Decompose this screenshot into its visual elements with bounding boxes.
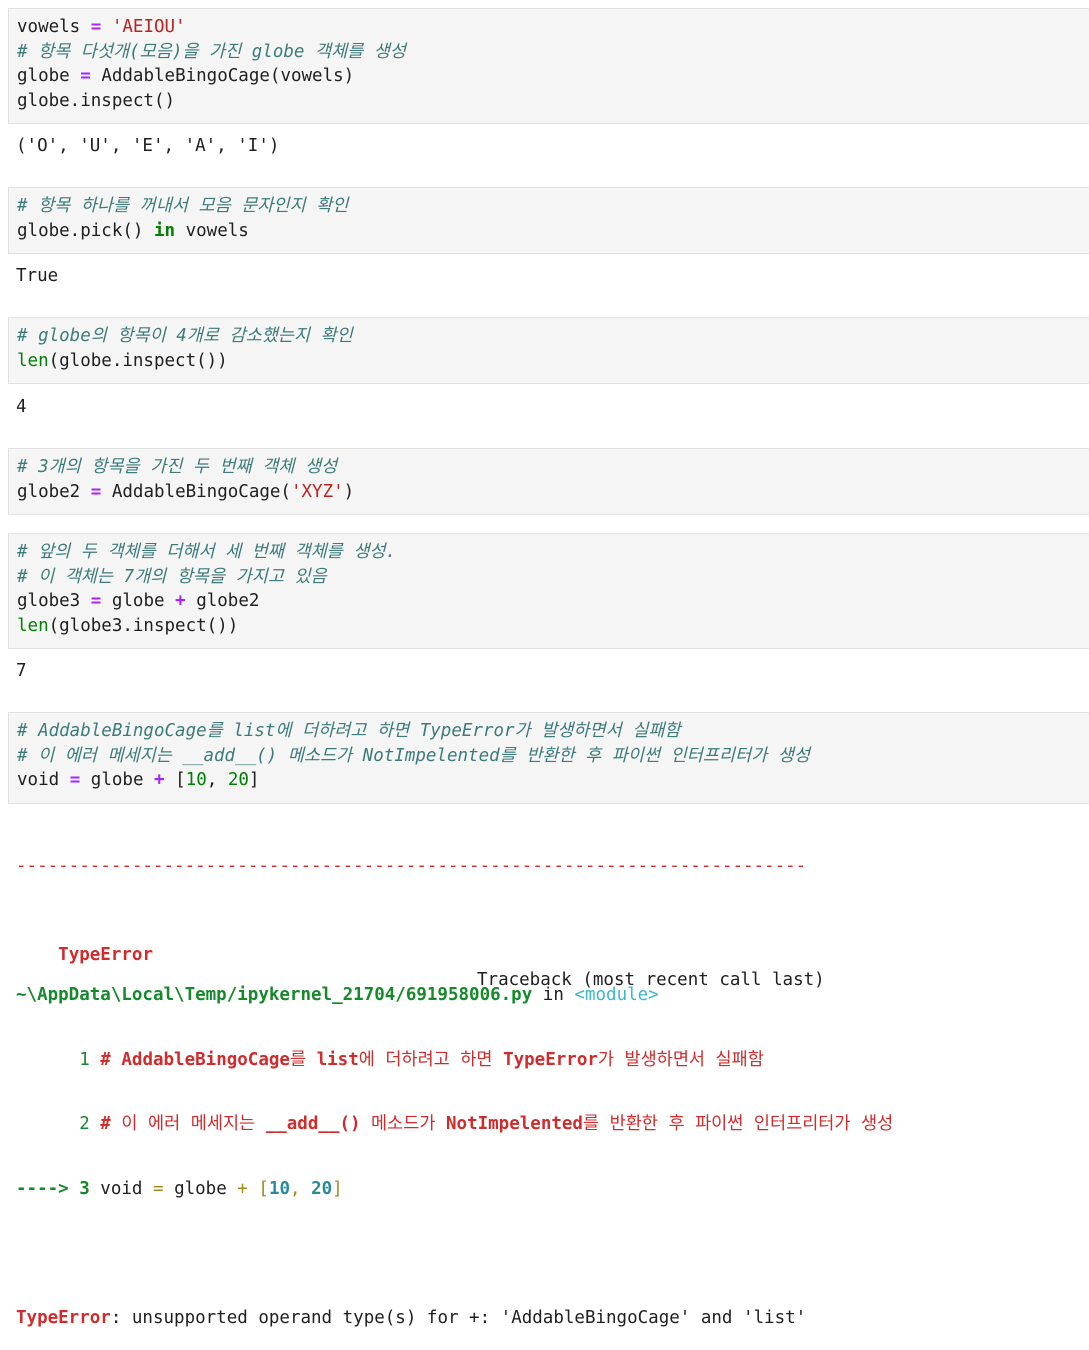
traceback-error-line: ----> 3 void = globe + [10, 20] bbox=[16, 1178, 343, 1199]
code-line: globe.pick() in vowels bbox=[17, 220, 249, 241]
traceback-dashes: ----------------------------------------… bbox=[16, 856, 807, 876]
cell-output-3: 4 bbox=[16, 397, 27, 417]
code-line: vowels = 'AEIOU' bbox=[17, 17, 186, 37]
error-output: ----------------------------------------… bbox=[16, 814, 893, 1350]
code-cell-2[interactable]: # 항목 하나를 꺼내서 모음 문자인지 확인 globe.pick() in … bbox=[8, 187, 1089, 254]
code-line: len(globe3.inspect()) bbox=[17, 615, 239, 636]
code-line: len(globe.inspect()) bbox=[17, 350, 228, 371]
code-comment: # 항목 다섯개(모음)을 가진 globe 객체를 생성 bbox=[17, 41, 407, 62]
code-cell-1[interactable]: vowels = 'AEIOU' # 항목 다섯개(모음)을 가진 globe … bbox=[8, 8, 1089, 124]
code-comment: # 항목 하나를 꺼내서 모음 문자인지 확인 bbox=[17, 196, 349, 216]
error-name: TypeError bbox=[58, 945, 153, 965]
code-line: globe2 = AddableBingoCage('XYZ') bbox=[17, 481, 355, 502]
traceback-header-right: Traceback (most recent call last) bbox=[477, 969, 825, 990]
cell-output-2: True bbox=[16, 266, 59, 286]
code-line: globe3 = globe + globe2 bbox=[17, 591, 260, 611]
code-cell-4[interactable]: # 3개의 항목을 가진 두 번째 객체 생성 globe2 = Addable… bbox=[8, 448, 1089, 515]
code-comment: # globe의 항목이 4개로 감소했는지 확인 bbox=[17, 326, 353, 346]
cell-output-5: 7 bbox=[16, 661, 27, 681]
traceback-source-line: 1 # AddableBingoCage를 list에 더하려고 하면 Type… bbox=[16, 1049, 764, 1070]
code-line: globe = AddableBingoCage(vowels) bbox=[17, 66, 355, 86]
traceback-source-line: 2 # 이 에러 메세지는 __add__() 메소드가 NotImpelent… bbox=[16, 1114, 894, 1134]
code-cell-5[interactable]: # 앞의 두 객체를 더해서 세 번째 객체를 생성. # 이 객체는 7개의 … bbox=[8, 533, 1089, 649]
code-comment: # 이 객체는 7개의 항목을 가지고 있음 bbox=[17, 566, 327, 587]
code-comment: # 이 에러 메세지는 __add__() 메소드가 NotImpelented… bbox=[17, 745, 810, 766]
traceback-file-path[interactable]: ~\AppData\Local\Temp/ipykernel_21704/691… bbox=[16, 985, 532, 1005]
code-line: void = globe + [10, 20] bbox=[17, 770, 260, 790]
code-comment: # 3개의 항목을 가진 두 번째 객체 생성 bbox=[17, 457, 338, 477]
code-line: globe.inspect() bbox=[17, 90, 176, 111]
code-cell-3[interactable]: # globe의 항목이 4개로 감소했는지 확인 len(globe.insp… bbox=[8, 317, 1089, 384]
traceback-header: TypeError Traceback (most recent call la… bbox=[16, 919, 893, 990]
code-comment: # AddableBingoCage를 list에 더하려고 하면 TypeEr… bbox=[17, 721, 681, 741]
code-cell-6[interactable]: # AddableBingoCage를 list에 더하려고 하면 TypeEr… bbox=[8, 712, 1089, 804]
code-comment: # 앞의 두 객체를 더해서 세 번째 객체를 생성. bbox=[17, 542, 397, 562]
cell-output-1: ('O', 'U', 'E', 'A', 'I') bbox=[16, 136, 280, 156]
traceback-final: TypeError: unsupported operand type(s) f… bbox=[16, 1307, 807, 1328]
traceback-blank bbox=[16, 1241, 893, 1266]
